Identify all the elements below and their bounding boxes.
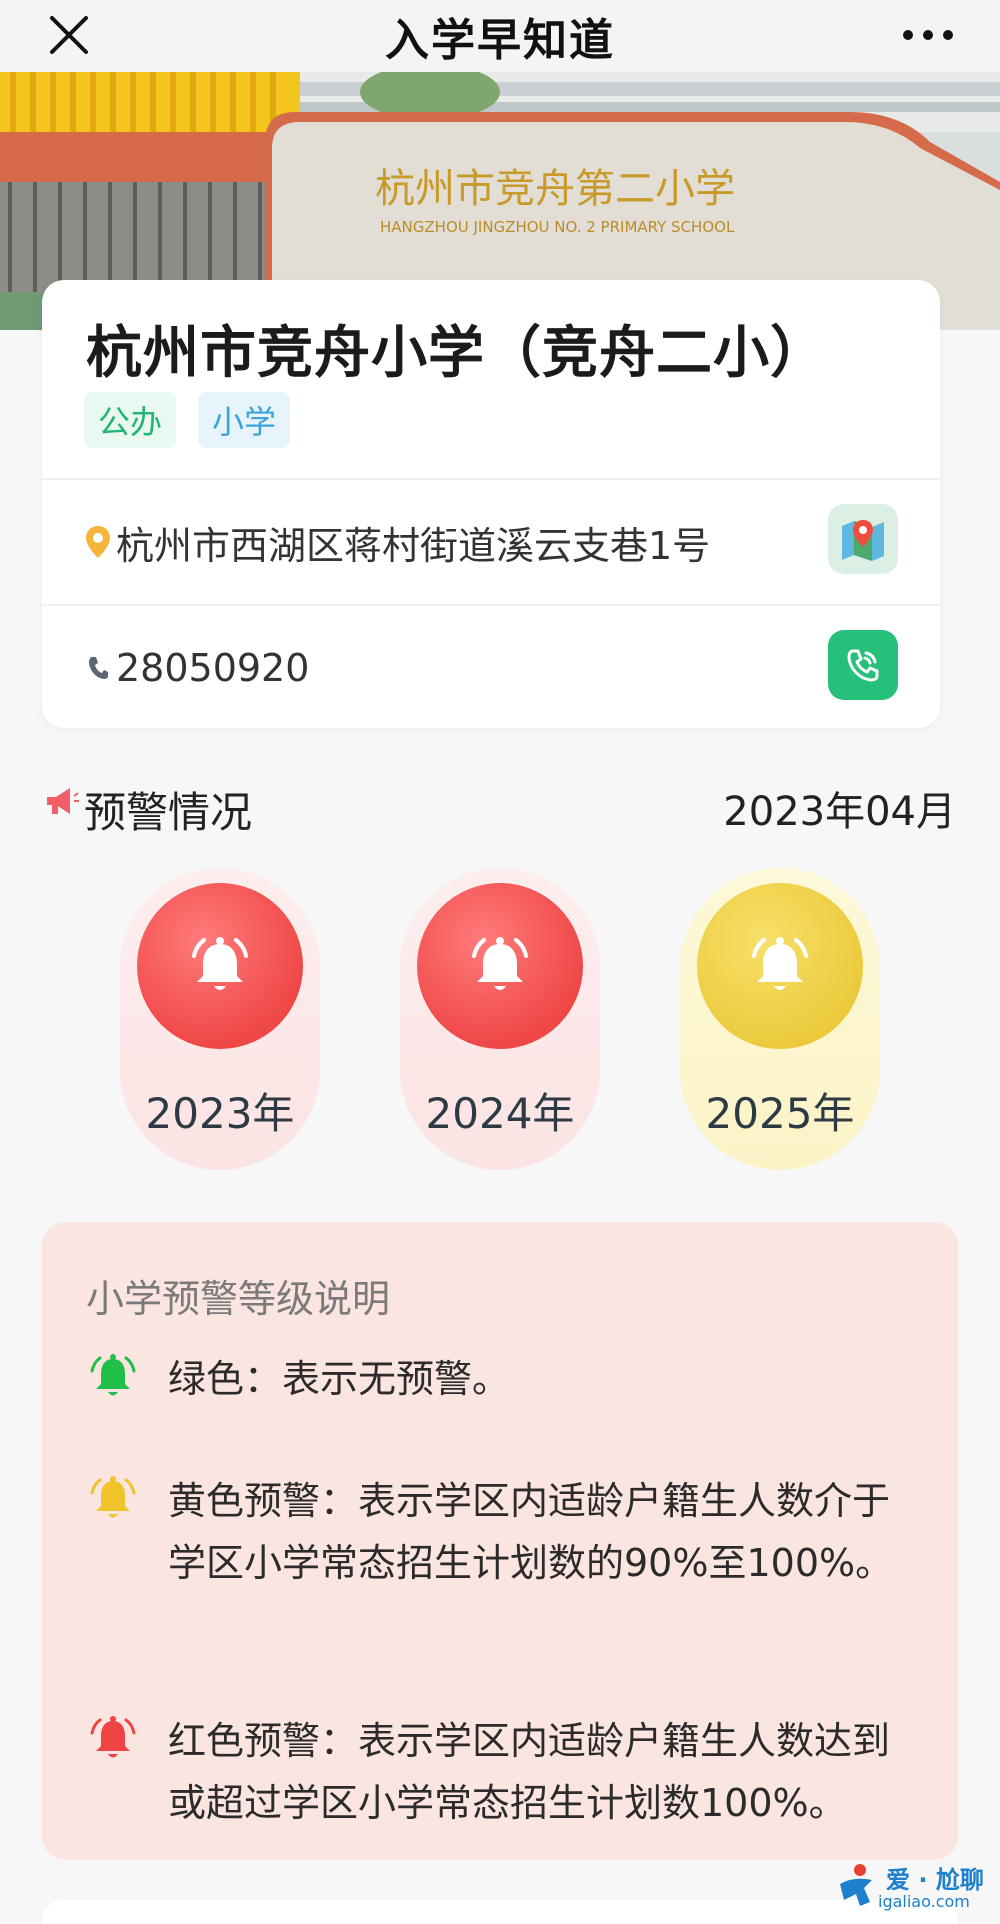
map-button[interactable] <box>828 504 898 574</box>
banner-sign-en: HANGZHOU JINGZHOU NO. 2 PRIMARY SCHOOL <box>380 218 735 236</box>
yellow-bell-icon <box>90 1476 136 1518</box>
warning-section-header: 预警情况 2023年04月 <box>44 775 956 837</box>
year-2025-warning[interactable]: 2025年 <box>680 868 880 1170</box>
year-label: 2025年 <box>705 1089 855 1138</box>
school-info-card: 杭州市竞舟小学（竞舟二小） 公办 小学 杭州市西湖区蒋村街道溪云支巷1号 280… <box>42 280 940 728</box>
call-button[interactable] <box>828 630 898 700</box>
watermark-url: igaliao.com <box>878 1892 970 1911</box>
more-options-icon[interactable] <box>900 20 956 50</box>
bell-circle <box>417 883 583 1049</box>
address-text: 杭州市西湖区蒋村街道溪云支巷1号 <box>116 523 711 568</box>
green-bell-icon <box>90 1354 136 1396</box>
phone-small-icon <box>84 648 112 688</box>
site-watermark: 爱 · 尬聊 igaliao.com <box>834 1858 984 1918</box>
warning-label: 预警情况 <box>84 788 253 837</box>
map-icon <box>842 520 884 561</box>
explanation-text: 黄色预警：表示学区内适龄户籍生人数介于学区小学常态招生计划数的90%至100%。 <box>168 1479 894 1585</box>
bell-icon <box>192 937 248 990</box>
warning-level-explanation: 小学预警等级说明 绿色：表示无预警。 黄色预警：表示学区内适龄户籍生人数介于学区… <box>42 1222 958 1860</box>
school-name: 杭州市竞舟小学（竞舟二小） <box>86 321 827 386</box>
location-pin-icon <box>84 522 112 562</box>
bell-icon <box>472 937 528 990</box>
bell-icon <box>752 937 808 990</box>
explanation-text: 绿色：表示无预警。 <box>168 1357 511 1401</box>
bell-circle <box>137 883 303 1049</box>
warning-date: 2023年04月 <box>723 789 956 835</box>
page-title: 入学早知道 <box>385 15 615 66</box>
banner-sign-cn: 杭州市竞舟第二小学 <box>375 166 735 212</box>
phone-row: 28050920 <box>42 606 940 728</box>
school-tags: 公办 小学 <box>84 392 291 448</box>
year-label: 2023年 <box>145 1089 295 1138</box>
address-row: 杭州市西湖区蒋村街道溪云支巷1号 <box>42 480 940 604</box>
year-label: 2024年 <box>425 1089 575 1138</box>
explanation-text: 红色预警：表示学区内适龄户籍生人数达到或超过学区小学常态招生计划数100%。 <box>168 1719 891 1825</box>
phone-icon <box>847 649 879 682</box>
warning-years: 2023年 2024年 2025年 <box>0 868 1000 1170</box>
close-icon[interactable] <box>44 10 94 60</box>
phone-text: 28050920 <box>116 646 310 690</box>
watermark-title: 爱 · 尬聊 <box>886 1866 984 1894</box>
tag-primary: 小学 <box>198 392 291 448</box>
next-card-edge <box>42 1900 958 1924</box>
megaphone-icon <box>47 788 79 814</box>
title-bar: 入学早知道 <box>0 0 1000 72</box>
year-2023-warning[interactable]: 2023年 <box>120 868 320 1170</box>
tag-public: 公办 <box>84 392 177 448</box>
bell-circle <box>697 883 863 1049</box>
watermark-logo-icon <box>840 1864 872 1906</box>
year-2024-warning[interactable]: 2024年 <box>400 868 600 1170</box>
explanation-heading: 小学预警等级说明 <box>86 1277 391 1321</box>
red-bell-icon <box>90 1716 136 1758</box>
